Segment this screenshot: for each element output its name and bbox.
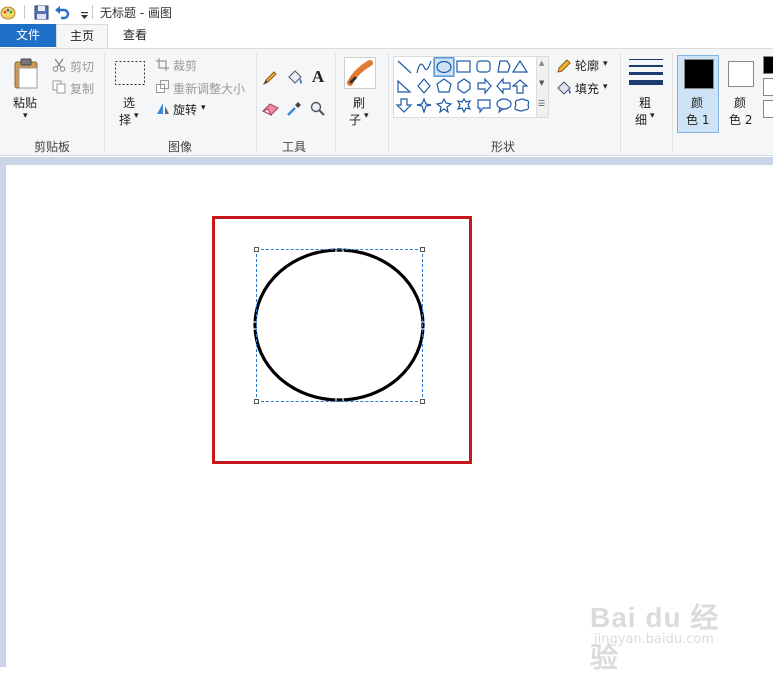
rotate-dropdown-icon[interactable]: ▾ xyxy=(201,103,206,113)
tab-view[interactable]: 查看 xyxy=(110,24,160,47)
color1-label-line2: 色 1 xyxy=(686,113,710,127)
paste-button[interactable]: 粘贴 xyxy=(13,94,37,111)
fill-bucket-icon[interactable] xyxy=(286,70,304,86)
size-lines-icon[interactable] xyxy=(629,58,663,86)
color2-label-line2[interactable]: 色 2 xyxy=(729,111,752,128)
magnifier-icon[interactable] xyxy=(310,101,326,117)
ribbon: 粘贴 ▾ 剪切 复制 剪贴板 选 择 ▾ 裁剪 重新调整大小 旋转 ▾ 图像 A xyxy=(0,48,773,156)
tab-home[interactable]: 主页 xyxy=(56,24,108,49)
ribbon-tabs: 文件 主页 查看 xyxy=(0,24,773,49)
paste-dropdown-icon[interactable]: ▾ xyxy=(23,111,28,121)
customize-dropdown-icon[interactable] xyxy=(76,8,92,24)
divider xyxy=(24,5,25,19)
resize-handle-bottom-right[interactable] xyxy=(420,399,425,404)
tab-file[interactable]: 文件 xyxy=(0,24,56,47)
resize-handle-top-left[interactable] xyxy=(254,247,259,252)
crop-button[interactable]: 裁剪 xyxy=(173,57,197,74)
copy-button[interactable]: 复制 xyxy=(70,80,94,97)
scroll-up-icon[interactable]: ▲ xyxy=(539,59,544,67)
clipboard-group-label: 剪贴板 xyxy=(33,140,70,154)
palette-color-white[interactable] xyxy=(763,78,773,96)
shape-selection-box[interactable] xyxy=(256,249,423,402)
group-divider xyxy=(104,53,105,153)
select-button-line2[interactable]: 择 xyxy=(119,111,131,128)
brush-icon[interactable] xyxy=(344,57,376,89)
size-button-line1[interactable]: 粗 xyxy=(639,94,651,111)
resize-button[interactable]: 重新调整大小 xyxy=(173,80,245,97)
brushes-button-line2[interactable]: 子 xyxy=(349,111,361,128)
size-dropdown-icon[interactable]: ▾ xyxy=(650,111,655,121)
fill-icon xyxy=(556,80,573,96)
title-bar: 无标题 - 画图 xyxy=(0,0,773,24)
divider xyxy=(92,5,93,19)
paste-icon[interactable] xyxy=(12,57,42,91)
image-group-label: 图像 xyxy=(167,140,192,154)
text-icon[interactable]: A xyxy=(310,67,326,86)
shapes-gallery-icons xyxy=(395,57,530,114)
shapes-gallery xyxy=(393,56,537,118)
scissors-icon xyxy=(52,58,66,72)
outline-dropdown-icon[interactable]: ▾ xyxy=(603,59,608,69)
color1-swatch xyxy=(684,59,714,89)
resize-handle-top-right[interactable] xyxy=(420,247,425,252)
rotate-button[interactable]: 旋转 xyxy=(173,101,197,118)
copy-icon xyxy=(52,80,66,94)
shape-oval-selected[interactable] xyxy=(434,57,454,77)
group-divider xyxy=(388,53,389,153)
paint-app-icon[interactable] xyxy=(0,4,16,20)
size-button-line2[interactable]: 细 xyxy=(635,111,647,128)
select-rectangle-icon[interactable] xyxy=(114,60,146,86)
outline-button[interactable]: 轮廓 xyxy=(575,57,599,74)
group-divider xyxy=(672,53,673,153)
window-title: 无标题 - 画图 xyxy=(100,6,172,20)
resize-icon xyxy=(156,80,169,93)
cut-button[interactable]: 剪切 xyxy=(70,58,94,75)
color1-label-line1: 颜 xyxy=(691,96,704,110)
brushes-button-line1[interactable]: 刷 xyxy=(353,94,365,111)
select-dropdown-icon[interactable]: ▾ xyxy=(134,111,139,121)
fill-dropdown-icon[interactable]: ▾ xyxy=(603,82,608,92)
watermark-url: jingyan.baidu.com xyxy=(594,632,714,647)
undo-icon[interactable] xyxy=(54,4,70,20)
select-button-line1[interactable]: 选 xyxy=(123,94,135,111)
color2-swatch[interactable] xyxy=(728,61,754,87)
color-picker-icon[interactable] xyxy=(286,101,302,117)
scroll-down-icon[interactable]: ▼ xyxy=(539,79,544,87)
palette-color-black[interactable] xyxy=(763,56,773,74)
crop-icon xyxy=(156,58,169,71)
gallery-expand-icon[interactable]: ☰ xyxy=(538,99,545,108)
color2-label-line1[interactable]: 颜 xyxy=(734,94,746,111)
eraser-icon[interactable] xyxy=(262,102,280,116)
group-divider xyxy=(335,53,336,153)
save-icon[interactable] xyxy=(33,4,49,20)
shapes-gallery-scrollbar[interactable]: ▲ ▼ ☰ xyxy=(537,56,549,118)
group-divider xyxy=(256,53,257,153)
group-divider xyxy=(620,53,621,153)
fill-button[interactable]: 填充 xyxy=(575,80,599,97)
palette-color-empty[interactable] xyxy=(763,100,773,118)
tools-group-label: 工具 xyxy=(281,140,306,154)
brushes-dropdown-icon[interactable]: ▾ xyxy=(364,111,369,121)
outline-icon xyxy=(556,58,572,74)
rotate-icon xyxy=(156,102,170,115)
pencil-icon[interactable] xyxy=(262,70,278,86)
shapes-group-label: 形状 xyxy=(490,140,515,154)
watermark: Bai du 经验 jingyan.baidu.com xyxy=(590,596,740,673)
resize-handle-bottom-left[interactable] xyxy=(254,399,259,404)
